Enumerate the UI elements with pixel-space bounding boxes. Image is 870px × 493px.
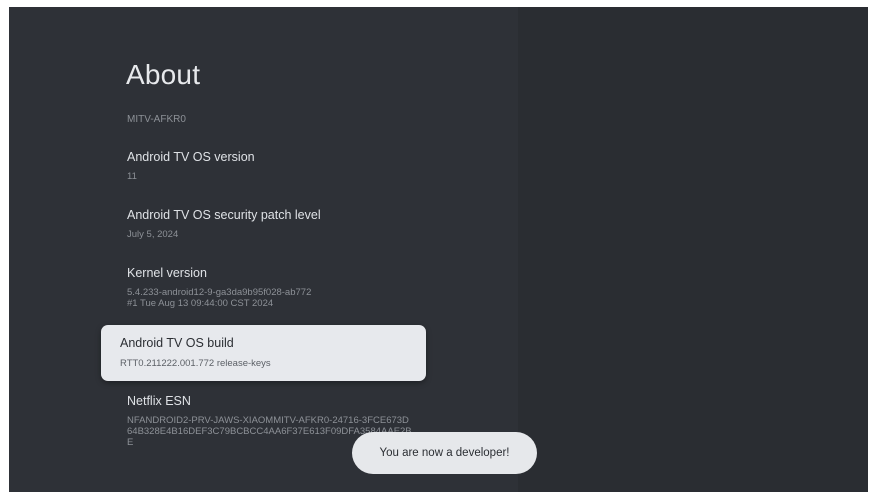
- kernel-version-value: 5.4.233-android12-9-ga3da9b95f028-ab772 …: [127, 287, 312, 309]
- security-patch-item[interactable]: Android TV OS security patch level July …: [127, 208, 321, 240]
- security-patch-value: July 5, 2024: [127, 229, 179, 240]
- page-title: About: [126, 59, 201, 90]
- tv-screen: About MITV-AFKR0 Android TV OS version 1…: [9, 7, 868, 492]
- netflix-esn-label: Netflix ESN: [127, 394, 191, 408]
- kernel-version-item[interactable]: Kernel version 5.4.233-android12-9-ga3da…: [127, 266, 311, 309]
- developer-toast: You are now a developer!: [352, 432, 537, 474]
- os-version-value: 11: [127, 171, 137, 182]
- os-build-item[interactable]: Android TV OS build RTT0.211222.001.772 …: [101, 325, 426, 381]
- os-version-item[interactable]: Android TV OS version 11: [127, 150, 255, 182]
- device-name: MITV-AFKR0: [127, 114, 186, 125]
- os-build-value: RTT0.211222.001.772 release-keys: [120, 358, 271, 369]
- kernel-version-label: Kernel version: [127, 266, 207, 280]
- os-version-label: Android TV OS version: [127, 150, 255, 164]
- os-build-label: Android TV OS build: [120, 336, 234, 350]
- about-settings-panel: About MITV-AFKR0 Android TV OS version 1…: [9, 7, 518, 492]
- security-patch-label: Android TV OS security patch level: [127, 208, 321, 222]
